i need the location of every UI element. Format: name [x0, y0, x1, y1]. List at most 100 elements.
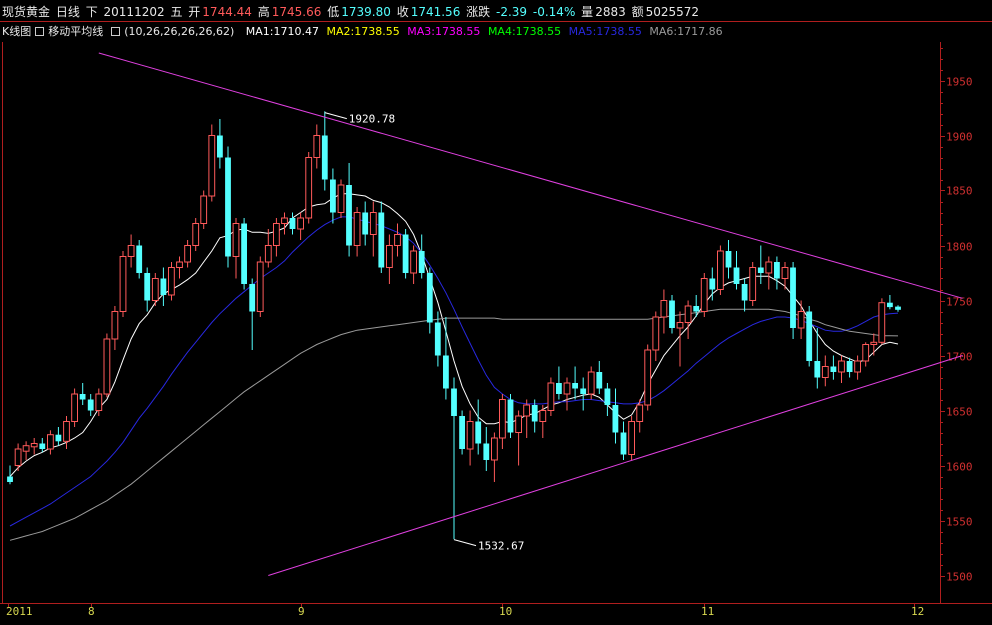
candle-up	[264, 229, 272, 268]
candle-up	[208, 124, 216, 202]
price-chart[interactable]: 1500155016001650170017501800185019001950…	[0, 0, 992, 625]
candle-body	[572, 383, 578, 389]
candle-body	[297, 217, 305, 230]
candle-body	[313, 135, 321, 158]
candle-body	[160, 278, 167, 295]
candle-body	[459, 416, 465, 449]
candle-body	[717, 250, 724, 290]
candle-up	[870, 333, 878, 356]
annotation-leader	[453, 539, 477, 547]
candle-up	[176, 256, 183, 279]
candle-body	[895, 306, 901, 310]
candle-body	[281, 217, 288, 224]
candle-body	[217, 135, 223, 158]
y-tick-label: 1550	[946, 516, 973, 529]
trendlines	[98, 52, 963, 576]
candlesticks	[7, 111, 901, 540]
candle-down	[378, 201, 385, 273]
candle-body	[103, 338, 111, 395]
candle-down	[136, 240, 143, 279]
candle-body	[402, 234, 409, 273]
candle-body	[838, 360, 845, 373]
candle-up	[337, 179, 345, 218]
candle-body	[95, 393, 103, 411]
candle-down	[87, 394, 94, 416]
candle-body	[620, 432, 627, 455]
candle-body	[321, 135, 328, 180]
candle-body	[733, 267, 740, 284]
candle-body	[660, 300, 668, 318]
candle-body	[466, 421, 474, 450]
candle-body	[676, 322, 684, 329]
candle-down	[483, 427, 490, 471]
candle-up	[821, 355, 829, 387]
candle-body	[644, 349, 652, 406]
candle-up	[30, 438, 38, 455]
candle-body	[176, 261, 183, 268]
candle-down	[556, 366, 562, 400]
candle-body	[192, 223, 200, 246]
candle-body	[774, 262, 780, 279]
candle-up	[273, 218, 280, 257]
candle-up	[305, 152, 313, 224]
candle-down	[531, 399, 538, 433]
candle-body	[507, 399, 514, 433]
candle-body	[7, 476, 13, 482]
candle-down	[669, 295, 675, 334]
candle-body	[491, 437, 498, 461]
candle-body	[337, 184, 345, 213]
candle-body	[346, 185, 352, 246]
candle-down	[362, 201, 369, 246]
candle-down	[418, 234, 425, 279]
candle-up	[700, 273, 708, 317]
candle-body	[273, 223, 280, 246]
candle-down	[249, 278, 256, 350]
candle-up	[749, 262, 757, 306]
candle-down	[160, 267, 167, 306]
candle-body	[636, 404, 644, 422]
candle-body	[225, 157, 231, 257]
candle-up	[119, 251, 127, 317]
candle-body	[208, 135, 216, 197]
candle-down	[426, 267, 433, 334]
candle-body	[79, 394, 86, 400]
candle-body	[870, 341, 878, 345]
x-tick-label: 2011	[6, 605, 33, 618]
candle-body	[30, 443, 38, 448]
candle-body	[55, 434, 62, 442]
price-axis: 1500155016001650170017501800185019001950	[940, 48, 973, 584]
candle-down	[289, 212, 296, 235]
candle-down	[402, 229, 409, 279]
candle-body	[330, 179, 336, 213]
candle-body	[612, 405, 619, 433]
candle-body	[475, 421, 482, 444]
candle-down	[144, 267, 151, 312]
candle-body	[434, 322, 441, 356]
candle-body	[151, 278, 159, 301]
candle-body	[378, 212, 385, 268]
candle-body	[127, 245, 135, 257]
candle-up	[523, 399, 531, 438]
candle-body	[418, 251, 425, 273]
candle-down	[709, 267, 716, 301]
candle-body	[443, 355, 449, 389]
candle-down	[620, 421, 627, 460]
x-tick-label: 8	[88, 605, 95, 618]
candle-up	[854, 355, 862, 380]
candle-body	[539, 410, 547, 422]
x-tick-label: 12	[911, 605, 924, 618]
candle-body	[709, 278, 716, 290]
candle-body	[684, 305, 692, 323]
candle-up	[394, 223, 401, 257]
candle-body	[256, 261, 264, 312]
candle-body	[289, 218, 296, 229]
candle-down	[459, 410, 465, 455]
x-tick-label: 11	[701, 605, 714, 618]
y-tick-label: 1650	[946, 406, 973, 419]
candle-body	[523, 404, 531, 417]
candle-down	[725, 240, 732, 279]
candle-body	[556, 383, 562, 394]
x-tick-label: 10	[499, 605, 512, 618]
candle-up	[281, 212, 288, 235]
candle-down	[443, 317, 449, 400]
